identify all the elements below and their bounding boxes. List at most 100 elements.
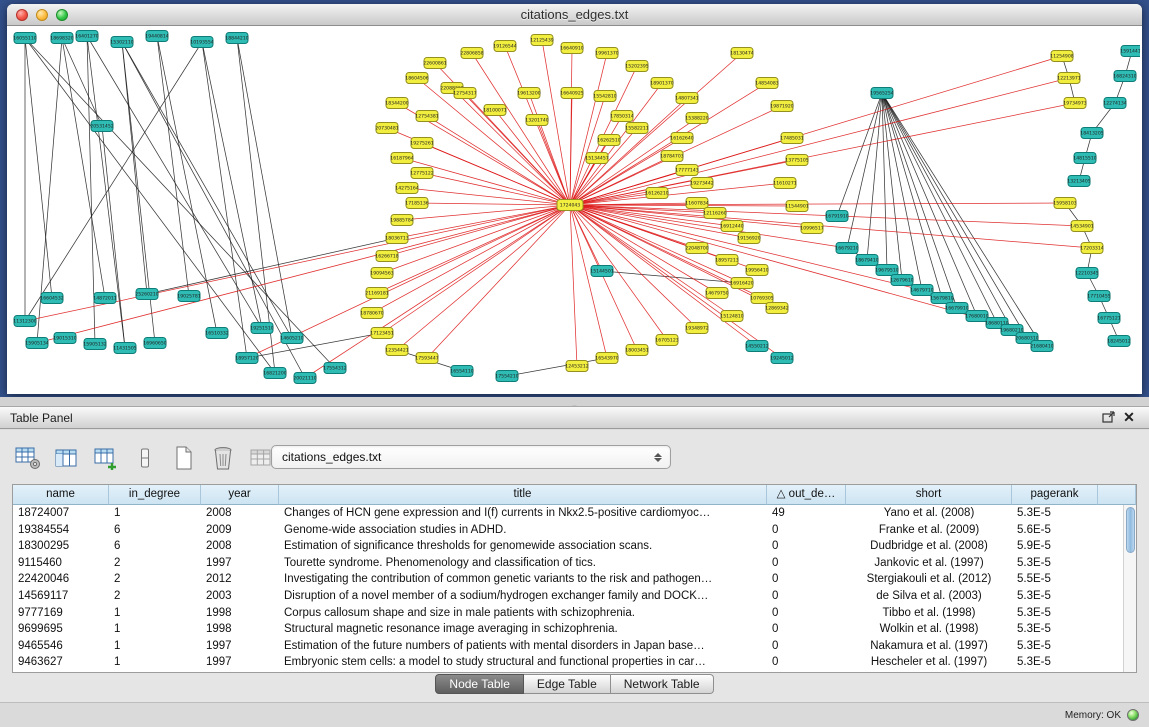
graph-node[interactable]: 18036713 [385, 233, 408, 244]
table-cell[interactable]: Estimation of the future numbers of pati… [279, 638, 767, 655]
column-header-pagerank[interactable]: pagerank [1012, 485, 1098, 505]
graph-node[interactable]: 17485031 [780, 133, 803, 144]
table-cell[interactable]: 0 [767, 654, 846, 671]
table-scrollbar[interactable] [1123, 505, 1136, 672]
tab-edge-table[interactable]: Edge Table [524, 674, 611, 694]
table-cell[interactable]: Jankovic et al. (1997) [846, 555, 1012, 572]
table-cell[interactable]: 1997 [201, 638, 279, 655]
graph-node[interactable]: 18957120 [235, 353, 258, 364]
table-cell[interactable]: 6 [109, 538, 201, 555]
graph-node[interactable]: 21680410 [1030, 341, 1053, 352]
graph-node[interactable]: 19273442 [690, 178, 713, 189]
graph-node[interactable]: 19245012 [770, 353, 793, 364]
table-cell[interactable]: 1998 [201, 605, 279, 622]
graph-node[interactable]: 10193554 [190, 37, 213, 48]
table-row[interactable]: 1872400712008Changes of HCN gene express… [13, 505, 1136, 522]
graph-node[interactable]: 18679410 [855, 255, 878, 266]
graph-node[interactable]: 14679710 [910, 285, 933, 296]
table-cell[interactable]: 1997 [201, 654, 279, 671]
table-cell[interactable]: Franke et al. (2009) [846, 522, 1012, 539]
graph-node[interactable]: 20021110 [293, 373, 316, 384]
table-cell[interactable]: Nakamura et al. (1997) [846, 638, 1012, 655]
table-cell[interactable]: Wolkin et al. (1998) [846, 621, 1012, 638]
graph-node[interactable]: 12869342 [765, 303, 788, 314]
network-view-window[interactable]: citations_edges.txt 17240432260086118604… [7, 4, 1142, 394]
table-cell[interactable]: Genome-wide association studies in ADHD. [279, 522, 767, 539]
table-cell[interactable]: 9699695 [13, 621, 109, 638]
table-cell[interactable]: 0 [767, 621, 846, 638]
table-cell[interactable]: 19384554 [13, 522, 109, 539]
rename-table-button[interactable] [129, 443, 161, 473]
graph-node[interactable]: 17554312 [323, 363, 346, 374]
table-cell[interactable]: 1 [109, 654, 201, 671]
graph-node[interactable]: 15542810 [593, 91, 616, 102]
import-table-button[interactable] [90, 443, 122, 473]
graph-node[interactable]: 17554210 [495, 371, 518, 382]
network-table-select[interactable]: citations_edges.txt [271, 445, 671, 469]
window-titlebar[interactable]: citations_edges.txt [7, 4, 1142, 26]
graph-node[interactable]: 18780670 [360, 308, 383, 319]
graph-node[interactable]: 16187964 [390, 153, 413, 164]
graph-node[interactable]: 19015310 [53, 333, 76, 344]
graph-node[interactable]: 18784703 [660, 151, 683, 162]
graph-node[interactable]: 18844210 [225, 33, 248, 44]
graph-node[interactable]: 19156920 [737, 233, 760, 244]
table-cell[interactable]: Yano et al. (2008) [846, 505, 1012, 522]
graph-node[interactable]: 12274134 [1103, 98, 1126, 109]
graph-node[interactable]: 18604506 [405, 73, 428, 84]
graph-node[interactable]: 10996517 [800, 223, 823, 234]
table-cell[interactable]: 5.3E-5 [1012, 638, 1098, 655]
table-cell[interactable]: 9777169 [13, 605, 109, 622]
graph-node[interactable]: 16912440 [720, 221, 743, 232]
table-cell[interactable]: 5.3E-5 [1012, 621, 1098, 638]
graph-node[interactable]: 16543970 [595, 353, 618, 364]
column-header-out-degree[interactable]: △ out_de… [767, 485, 846, 505]
graph-node[interactable]: 11431505 [113, 343, 136, 354]
table-cell[interactable]: 2008 [201, 538, 279, 555]
table-row[interactable]: 911546021997Tourette syndrome. Phenomeno… [13, 555, 1136, 572]
graph-node[interactable]: 12775122 [410, 168, 433, 179]
graph-node[interactable]: 22806858 [460, 48, 483, 59]
graph-node[interactable]: 18130474 [730, 48, 753, 59]
table-cell[interactable]: 5.3E-5 [1012, 588, 1098, 605]
graph-node[interactable]: 12125439 [530, 35, 553, 46]
table-cell[interactable]: Estimation of significance thresholds fo… [279, 538, 767, 555]
graph-node[interactable]: 18344200 [385, 98, 408, 109]
table-cell[interactable]: 1 [109, 621, 201, 638]
graph-node[interactable]: 18413205 [1080, 128, 1103, 139]
close-window-button[interactable] [16, 9, 28, 21]
table-cell[interactable]: 2012 [201, 571, 279, 588]
graph-node[interactable]: 19734973 [1063, 98, 1086, 109]
table-cell[interactable]: de Silva et al. (2003) [846, 588, 1012, 605]
graph-node[interactable]: 16679910 [945, 303, 968, 314]
graph-node[interactable]: 17680010 [965, 311, 988, 322]
graph-node[interactable]: 25260210 [135, 289, 158, 300]
table-cell[interactable]: 18300295 [13, 538, 109, 555]
graph-node[interactable]: 17123451 [370, 328, 393, 339]
table-cell[interactable]: 18724007 [13, 505, 109, 522]
graph-node[interactable]: 18698320 [50, 33, 73, 44]
graph-node[interactable]: 11544901 [785, 201, 808, 212]
graph-node[interactable]: 14534901 [1070, 221, 1093, 232]
table-cell[interactable]: Investigating the contribution of common… [279, 571, 767, 588]
graph-node[interactable]: 15905134 [25, 338, 48, 349]
table-cell[interactable]: Corpus callosum shape and size in male p… [279, 605, 767, 622]
float-panel-icon[interactable] [1099, 409, 1119, 427]
select-columns-button[interactable] [51, 443, 83, 473]
table-row[interactable]: 1456911722003Disruption of a novel membe… [13, 588, 1136, 605]
table-cell[interactable]: Tibbo et al. (1998) [846, 605, 1012, 622]
graph-node[interactable]: 16705123 [655, 335, 678, 346]
table-options-button[interactable] [12, 443, 44, 473]
table-cell[interactable]: 2 [109, 555, 201, 572]
graph-node[interactable]: 13213405 [1067, 176, 1090, 187]
graph-node[interactable]: 19961370 [595, 48, 618, 59]
table-cell[interactable]: 1997 [201, 555, 279, 572]
table-cell[interactable]: 2 [109, 571, 201, 588]
graph-node[interactable]: 16916420 [730, 278, 753, 289]
table-cell[interactable]: 0 [767, 638, 846, 655]
column-header-title[interactable]: title [279, 485, 767, 505]
graph-node[interactable]: 1724043 [557, 200, 583, 211]
graph-node[interactable]: 20730481 [375, 123, 398, 134]
table-cell[interactable]: 49 [767, 505, 846, 522]
table-cell[interactable]: Embryonic stem cells: a model to study s… [279, 654, 767, 671]
